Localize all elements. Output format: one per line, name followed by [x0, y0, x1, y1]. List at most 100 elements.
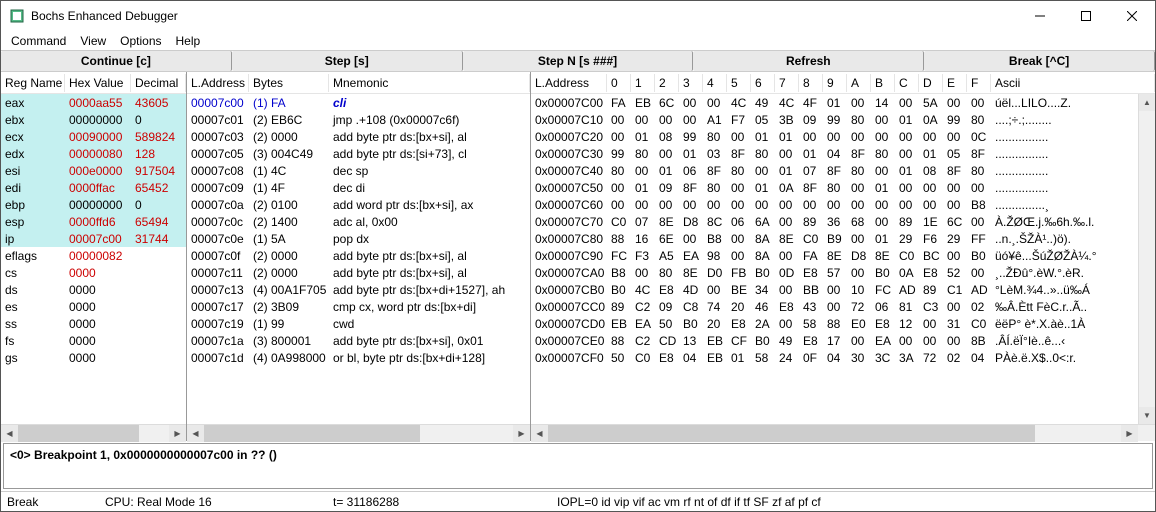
reg-header-name[interactable]: Reg Name [1, 74, 65, 92]
menu-view[interactable]: View [74, 34, 112, 48]
console-output[interactable]: <0> Breakpoint 1, 0x0000000000007c00 in … [3, 443, 1153, 489]
mem-header[interactable]: F [967, 74, 991, 92]
register-row[interactable]: eflags00000082 [1, 247, 186, 264]
scroll-right-icon[interactable]: ▶ [513, 425, 530, 442]
mem-header[interactable]: 8 [799, 74, 823, 92]
register-row[interactable]: gs0000 [1, 349, 186, 366]
mem-header[interactable]: D [919, 74, 943, 92]
step-button[interactable]: Step [s] [232, 51, 463, 71]
register-row[interactable]: ip00007c0031744 [1, 230, 186, 247]
stepn-button[interactable]: Step N [s ###] [463, 51, 694, 71]
register-row[interactable]: esi000e0000917504 [1, 162, 186, 179]
memory-row[interactable]: 0x00007C1000000000A1F7053B09998000010A99… [531, 111, 1138, 128]
memory-row[interactable]: 0x00007C3099800001038F800001048F80000105… [531, 145, 1138, 162]
reg-header-dec[interactable]: Decimal [131, 74, 186, 92]
register-row[interactable]: ecx00090000589824 [1, 128, 186, 145]
disasm-row[interactable]: 00007c0f(2) 0000add byte ptr ds:[bx+si],… [187, 247, 530, 264]
disasm-header-mnem[interactable]: Mnemonic [329, 74, 530, 92]
disasm-row[interactable]: 00007c01(2) EB6Cjmp .+108 (0x00007c6f) [187, 111, 530, 128]
titlebar[interactable]: Bochs Enhanced Debugger [1, 1, 1155, 31]
memory-row[interactable]: 0x00007C60000000000000000000000000000000… [531, 196, 1138, 213]
memory-row[interactable]: 0x00007C70C0078ED88C066A0089366800891E6C… [531, 213, 1138, 230]
disasm-row[interactable]: 00007c1d(4) 0A998000or bl, byte ptr ds:[… [187, 349, 530, 366]
memory-row[interactable]: 0x00007CD0EBEA50B020E82A005888E0E8120031… [531, 315, 1138, 332]
scroll-right-icon[interactable]: ▶ [169, 425, 186, 442]
mem-header[interactable]: 5 [727, 74, 751, 92]
mem-header[interactable]: 4 [703, 74, 727, 92]
scroll-down-icon[interactable]: ▼ [1139, 407, 1155, 424]
memory-row[interactable]: 0x00007C40800001068F800001078F800001088F… [531, 162, 1138, 179]
register-row[interactable]: fs0000 [1, 332, 186, 349]
disasm-row[interactable]: 00007c09(1) 4Fdec di [187, 179, 530, 196]
disasm-list[interactable]: 00007c00(1) FAcli00007c01(2) EB6Cjmp .+1… [187, 94, 530, 424]
disasm-row[interactable]: 00007c13(4) 00A1F705add byte ptr ds:[bx+… [187, 281, 530, 298]
mem-header[interactable]: L.Address [531, 74, 607, 92]
disasm-row[interactable]: 00007c19(1) 99cwd [187, 315, 530, 332]
maximize-button[interactable] [1063, 1, 1109, 31]
mem-header[interactable]: 0 [607, 74, 631, 92]
memory-vscroll[interactable]: ▲ ▼ [1138, 94, 1155, 424]
disasm-row[interactable]: 00007c03(2) 0000add byte ptr ds:[bx+si],… [187, 128, 530, 145]
mem-header[interactable]: 7 [775, 74, 799, 92]
reg-hscroll[interactable]: ◀ ▶ [1, 424, 186, 441]
mem-header[interactable]: 3 [679, 74, 703, 92]
mem-header[interactable]: A [847, 74, 871, 92]
mem-header[interactable]: 2 [655, 74, 679, 92]
register-row[interactable]: ds0000 [1, 281, 186, 298]
register-row[interactable]: esp0000ffd665494 [1, 213, 186, 230]
mem-header[interactable]: B [871, 74, 895, 92]
scroll-left-icon[interactable]: ◀ [531, 425, 548, 442]
disasm-row[interactable]: 00007c08(1) 4Cdec sp [187, 162, 530, 179]
memory-row[interactable]: 0x00007CB0B04CE84D00BE3400BB0010FCAD89C1… [531, 281, 1138, 298]
disasm-row[interactable]: 00007c11(2) 0000add byte ptr ds:[bx+si],… [187, 264, 530, 281]
disasm-hscroll[interactable]: ◀ ▶ [187, 424, 530, 441]
disasm-header-addr[interactable]: L.Address [187, 74, 249, 92]
memory-row[interactable]: 0x00007CF050C0E804EB0158240F04303C3A7202… [531, 349, 1138, 366]
memory-row[interactable]: 0x00007C00FAEB6C00004C494C4F010014005A00… [531, 94, 1138, 111]
mem-header[interactable]: 9 [823, 74, 847, 92]
register-row[interactable]: cs0000 [1, 264, 186, 281]
scroll-left-icon[interactable]: ◀ [187, 425, 204, 442]
memory-row[interactable]: 0x00007CE088C2CD13EBCFB049E81700EA000000… [531, 332, 1138, 349]
disasm-row[interactable]: 00007c0e(1) 5Apop dx [187, 230, 530, 247]
memory-row[interactable]: 0x00007C90FCF3A5EA98008A00FA8ED88EC0BC00… [531, 247, 1138, 264]
register-row[interactable]: ebp000000000 [1, 196, 186, 213]
memory-row[interactable]: 0x00007CC089C209C8742046E84300720681C300… [531, 298, 1138, 315]
continue-button[interactable]: Continue [c] [1, 51, 232, 71]
disasm-header-bytes[interactable]: Bytes [249, 74, 329, 92]
scroll-right-icon[interactable]: ▶ [1121, 425, 1138, 442]
register-row[interactable]: edi0000ffac65452 [1, 179, 186, 196]
menu-help[interactable]: Help [170, 34, 207, 48]
register-list[interactable]: eax0000aa5543605ebx000000000ecx000900005… [1, 94, 186, 424]
register-row[interactable]: edx00000080128 [1, 145, 186, 162]
disasm-row[interactable]: 00007c0a(2) 0100add word ptr ds:[bx+si],… [187, 196, 530, 213]
register-row[interactable]: eax0000aa5543605 [1, 94, 186, 111]
disasm-row[interactable]: 00007c05(3) 004C49add byte ptr ds:[si+73… [187, 145, 530, 162]
disasm-row[interactable]: 00007c17(2) 3B09cmp cx, word ptr ds:[bx+… [187, 298, 530, 315]
mem-header[interactable]: 1 [631, 74, 655, 92]
memory-list[interactable]: 0x00007C00FAEB6C00004C494C4F010014005A00… [531, 94, 1138, 424]
mem-header[interactable]: E [943, 74, 967, 92]
reg-header-hex[interactable]: Hex Value [65, 74, 131, 92]
minimize-button[interactable] [1017, 1, 1063, 31]
scroll-up-icon[interactable]: ▲ [1139, 94, 1155, 111]
memory-row[interactable]: 0x00007C20000108998000010100000000000000… [531, 128, 1138, 145]
menu-options[interactable]: Options [114, 34, 167, 48]
memory-hscroll[interactable]: ◀ ▶ [531, 424, 1155, 441]
disasm-row[interactable]: 00007c00(1) FAcli [187, 94, 530, 111]
mem-header[interactable]: Ascii [991, 74, 1155, 92]
register-row[interactable]: es0000 [1, 298, 186, 315]
break-button[interactable]: Break [^C] [924, 51, 1155, 71]
memory-row[interactable]: 0x00007C500001098F8000010A8F800001000000… [531, 179, 1138, 196]
mem-header[interactable]: 6 [751, 74, 775, 92]
close-button[interactable] [1109, 1, 1155, 31]
scroll-left-icon[interactable]: ◀ [1, 425, 18, 442]
disasm-row[interactable]: 00007c0c(2) 1400adc al, 0x00 [187, 213, 530, 230]
menu-command[interactable]: Command [5, 34, 72, 48]
mem-header[interactable]: C [895, 74, 919, 92]
register-row[interactable]: ebx000000000 [1, 111, 186, 128]
memory-row[interactable]: 0x00007CA0B800808ED0FBB00DE85700B00AE852… [531, 264, 1138, 281]
refresh-button[interactable]: Refresh [693, 51, 924, 71]
memory-row[interactable]: 0x00007C8088166E00B8008A8EC0B9000129F629… [531, 230, 1138, 247]
disasm-row[interactable]: 00007c1a(3) 800001add byte ptr ds:[bx+si… [187, 332, 530, 349]
